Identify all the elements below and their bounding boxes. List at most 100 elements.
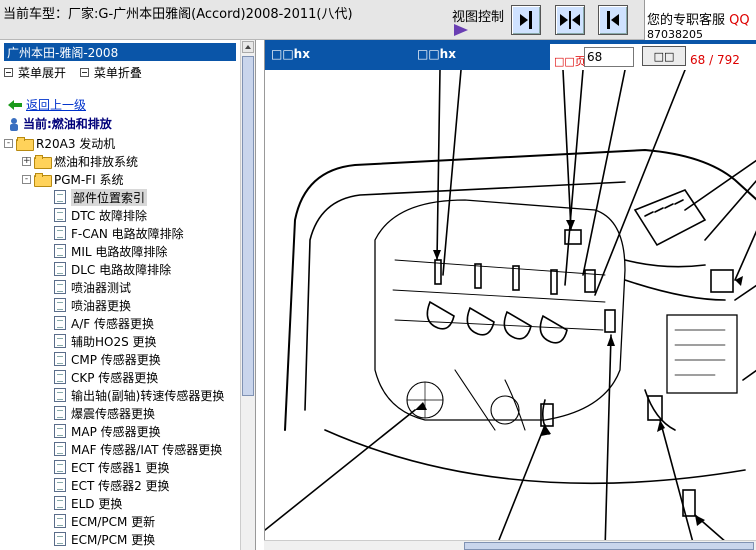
service-text: 您的专职客服 — [647, 13, 730, 28]
tree-item[interactable]: MIL 电路故障排除 — [4, 242, 240, 260]
page-label: □□页 — [554, 55, 586, 68]
current-label: 当前:燃油和排放 — [23, 117, 112, 131]
scroll-thumb[interactable] — [242, 56, 254, 396]
view-flag-icon — [454, 24, 468, 36]
tree-item[interactable]: ECT 传感器2 更换 — [4, 476, 240, 494]
diagram-hscrollbar[interactable] — [264, 540, 756, 550]
document-icon — [54, 514, 66, 528]
diagram-header: □□hx □□hx □□页 □□ 68 / 792 — [265, 40, 756, 70]
green-back-arrow-icon — [8, 99, 22, 110]
tree-item[interactable]: MAF 传感器/IAT 传感器更换 — [4, 440, 240, 458]
tree-item[interactable]: 输出轴(副轴)转速传感器更换 — [4, 386, 240, 404]
engine-component-diagram — [265, 70, 756, 550]
tree-item[interactable]: DTC 故障排除 — [4, 206, 240, 224]
service-label: 您的专职客服 QQ — [647, 9, 750, 28]
go-page-button[interactable]: □□ — [642, 46, 686, 66]
tree-item-label: ECM/PCM 更换 — [71, 532, 156, 547]
hscroll-thumb[interactable] — [464, 542, 754, 550]
tree-item[interactable]: MAP 传感器更换 — [4, 422, 240, 440]
tree-item[interactable]: ECT 传感器1 更换 — [4, 458, 240, 476]
tree-item-label: DLC 电路故障排除 — [71, 262, 172, 277]
collapse-icon — [79, 68, 89, 77]
topic-tree: - R20A3 发动机 + 燃油和排放系统 - PGM-FI 系统 部件位置索引 DTC 故障… — [4, 134, 240, 548]
document-icon — [54, 262, 66, 276]
tree-item[interactable]: 爆震传感器更换 — [4, 404, 240, 422]
tree-scrollbar[interactable] — [240, 40, 255, 550]
tree-item[interactable]: DLC 电路故障排除 — [4, 260, 240, 278]
car-model-label: 当前车型：厂家:G-广州本田雅阁(Accord)2008-2011(八代) — [3, 7, 353, 22]
split-arrows-icon — [560, 11, 580, 29]
back-label: 返回上一级 — [26, 98, 87, 112]
tree-item-label: A/F 传感器更换 — [71, 316, 154, 331]
tree-item-label: 辅助HO2S 更换 — [71, 334, 157, 349]
arrow-left-bar-icon — [607, 11, 619, 29]
document-icon — [54, 226, 66, 240]
top-bar: 当前车型：厂家:G-广州本田雅阁(Accord)2008-2011(八代) 视图… — [0, 0, 756, 41]
header-label-2: □□hx — [417, 47, 456, 61]
folder-icon — [16, 137, 34, 151]
expand-menu-button[interactable]: 菜单展开 — [4, 64, 66, 81]
document-icon — [54, 298, 66, 312]
tree-item[interactable]: 辅助HO2S 更换 — [4, 332, 240, 350]
expand-toggle-icon[interactable]: + — [22, 156, 31, 166]
view-right-button[interactable] — [598, 5, 628, 35]
tree-item[interactable]: - R20A3 发动机 — [4, 134, 240, 152]
document-icon — [54, 424, 66, 438]
tree-item-label: 输出轴(副轴)转速传感器更换 — [71, 388, 225, 403]
collapse-toggle-icon[interactable]: - — [22, 174, 31, 184]
tree-item-label: ECT 传感器1 更换 — [71, 460, 170, 475]
scroll-up-icon[interactable] — [242, 41, 254, 53]
document-icon — [54, 370, 66, 384]
document-icon — [54, 244, 66, 258]
tree-item[interactable]: - PGM-FI 系统 — [4, 170, 240, 188]
tree-item[interactable]: 部件位置索引 — [4, 188, 240, 206]
tree-item-label: 爆震传感器更换 — [71, 406, 156, 421]
current-location: 当前:燃油和排放 — [8, 115, 112, 132]
back-link[interactable]: 返回上一级 — [8, 96, 86, 113]
collapse-toggle-icon[interactable]: - — [4, 138, 13, 148]
tree-item-label: 部件位置索引 — [71, 188, 148, 206]
tree-item[interactable]: + 燃油和排放系统 — [4, 152, 240, 170]
tree-item-label: DTC 故障排除 — [71, 208, 148, 223]
document-icon — [54, 352, 66, 366]
view-left-button[interactable] — [511, 5, 541, 35]
document-icon — [54, 208, 66, 222]
collapse-menu-button[interactable]: 菜单折叠 — [79, 64, 142, 81]
tree-item[interactable]: ELD 更换 — [4, 494, 240, 512]
document-icon — [54, 316, 66, 330]
tree-item[interactable]: ECM/PCM 更新 — [4, 512, 240, 530]
tree-item[interactable]: CKP 传感器更换 — [4, 368, 240, 386]
document-icon — [54, 460, 66, 474]
tree-item[interactable]: F-CAN 电路故障排除 — [4, 224, 240, 242]
document-icon — [54, 496, 66, 510]
expand-label: 菜单展开 — [18, 66, 67, 80]
tree-item[interactable]: 喷油器更换 — [4, 296, 240, 314]
qq-link[interactable]: QQ — [729, 13, 749, 28]
tree-item-label: MIL 电路故障排除 — [71, 244, 168, 259]
tree-item-label: F-CAN 电路故障排除 — [71, 226, 184, 241]
view-split-button[interactable] — [555, 5, 585, 35]
tree-item-label: PGM-FI 系统 — [54, 172, 124, 187]
document-icon — [54, 478, 66, 492]
header-label-1: □□hx — [271, 47, 310, 61]
tree-item-label: CKP 传感器更换 — [71, 370, 159, 385]
diagram-panel: □□hx □□hx □□页 □□ 68 / 792 — [264, 40, 756, 550]
document-icon — [54, 190, 66, 204]
service-box: 您的专职客服 QQ 87038205 — [644, 0, 756, 41]
folder-icon — [34, 155, 52, 169]
tree-item-label: 燃油和排放系统 — [54, 154, 139, 169]
tree-item-label: CMP 传感器更换 — [71, 352, 161, 367]
tree-item[interactable]: CMP 传感器更换 — [4, 350, 240, 368]
tree-item[interactable]: A/F 传感器更换 — [4, 314, 240, 332]
navigation-panel: 广州本田-雅阁-2008 菜单展开 菜单折叠 返回上一级 当前:燃油和排放 - R… — [0, 40, 256, 550]
collapse-label: 菜单折叠 — [93, 66, 142, 80]
tree-item-label: 喷油器更换 — [71, 298, 132, 313]
tree-item-label: MAF 传感器/IAT 传感器更换 — [71, 442, 223, 457]
tree-item-label: R20A3 发动机 — [36, 136, 116, 151]
document-icon — [54, 442, 66, 456]
person-icon — [10, 117, 18, 131]
tree-item[interactable]: ECM/PCM 更换 — [4, 530, 240, 548]
tree-item-label: ECM/PCM 更新 — [71, 514, 156, 529]
tree-item[interactable]: 喷油器测试 — [4, 278, 240, 296]
page-number-input[interactable] — [584, 47, 634, 67]
